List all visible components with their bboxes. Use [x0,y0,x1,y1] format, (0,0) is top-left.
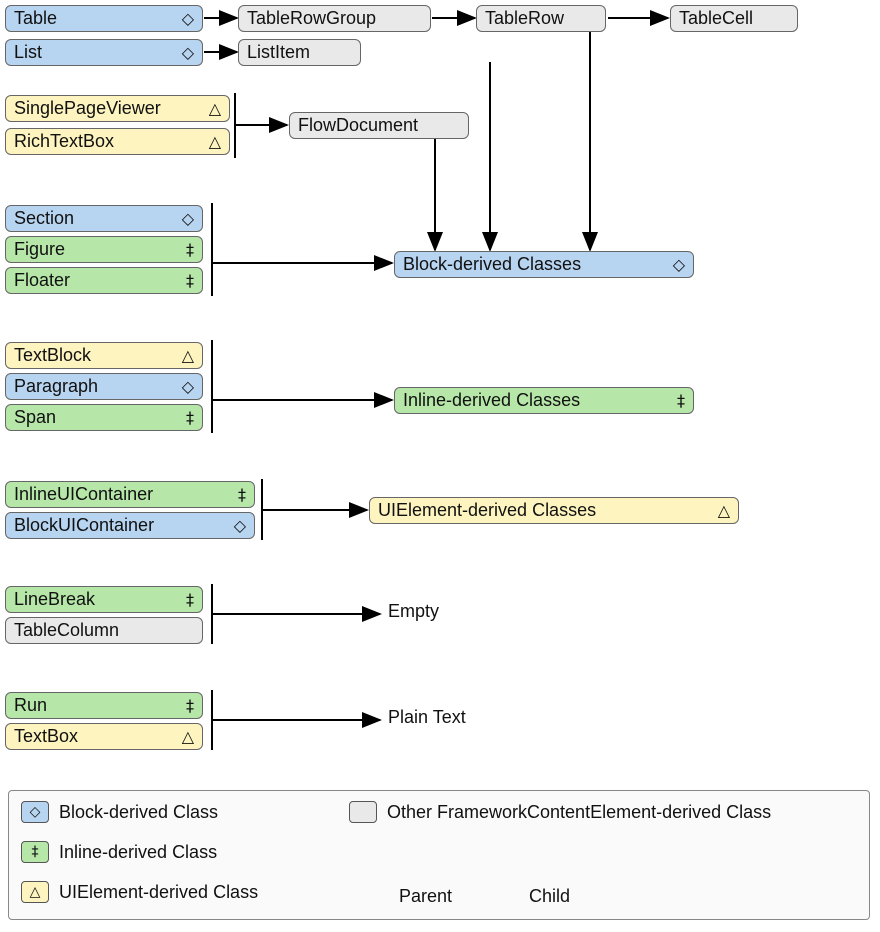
inline-symbol-icon: ‡ [186,590,194,609]
legend-block: ◇ Block-derived Class [21,801,218,823]
legend-label: Other FrameworkContentElement-derived Cl… [387,801,771,823]
node-span: Span ‡ [5,404,203,431]
node-table: Table ◇ [5,5,203,32]
node-label: UIElement-derived Classes [378,500,712,521]
node-label: Paragraph [14,376,176,397]
inline-symbol-icon: ‡ [186,408,194,427]
inline-symbol-icon: ‡ [238,485,246,504]
node-label: TableCell [679,8,789,29]
ui-symbol-icon: △ [209,132,221,151]
node-tablecell: TableCell [670,5,798,32]
ui-symbol-icon: △ [21,881,49,903]
legend: ◇ Block-derived Class ‡ Inline-derived C… [8,790,870,920]
node-richtextbox: RichTextBox △ [5,128,230,155]
block-symbol-icon: ◇ [21,801,49,823]
inline-symbol-icon: ‡ [21,841,49,863]
legend-other: Other FrameworkContentElement-derived Cl… [349,801,849,823]
node-label: TextBlock [14,345,176,366]
legend-parent: Parent [399,886,452,907]
node-label: SinglePageViewer [14,98,203,119]
node-label: Table [14,8,176,29]
node-inline-derived: Inline-derived Classes ‡ [394,387,694,414]
node-label: Figure [14,239,180,260]
node-label: RichTextBox [14,131,203,152]
block-symbol-icon: ◇ [234,516,246,535]
inline-symbol-icon: ‡ [677,391,685,410]
block-symbol-icon: ◇ [673,255,685,274]
inline-symbol-icon: ‡ [186,271,194,290]
node-label: LineBreak [14,589,180,610]
legend-ui: △ UIElement-derived Class [21,881,258,903]
node-label: Section [14,208,176,229]
ui-symbol-icon: △ [182,346,194,365]
node-plaintext: Plain Text [388,707,466,728]
legend-label: UIElement-derived Class [59,881,258,903]
node-label: Run [14,695,180,716]
node-label: TableRowGroup [247,8,422,29]
node-paragraph: Paragraph ◇ [5,373,203,400]
node-tablerow: TableRow [476,5,606,32]
node-empty: Empty [388,601,439,622]
node-listitem: ListItem [238,39,361,66]
node-label: Block-derived Classes [403,254,667,275]
node-singlepageviewer: SinglePageViewer △ [5,95,230,122]
node-uielement-derived: UIElement-derived Classes △ [369,497,739,524]
node-list: List ◇ [5,39,203,66]
node-linebreak: LineBreak ‡ [5,586,203,613]
node-figure: Figure ‡ [5,236,203,263]
node-textbox: TextBox △ [5,723,203,750]
block-symbol-icon: ◇ [182,9,194,28]
legend-child: Child [529,886,570,907]
node-label: TableColumn [14,620,194,641]
block-symbol-icon: ◇ [182,43,194,62]
node-label: ListItem [247,42,352,63]
node-label: Inline-derived Classes [403,390,671,411]
inline-symbol-icon: ‡ [186,240,194,259]
node-label: FlowDocument [298,115,460,136]
node-label: TableRow [485,8,597,29]
legend-label: Block-derived Class [59,801,218,823]
node-block-derived: Block-derived Classes ◇ [394,251,694,278]
legend-inline: ‡ Inline-derived Class [21,841,217,863]
node-label: InlineUIContainer [14,484,232,505]
node-label: List [14,42,176,63]
ui-symbol-icon: △ [209,99,221,118]
ui-symbol-icon: △ [182,727,194,746]
node-label: BlockUIContainer [14,515,228,536]
block-symbol-icon: ◇ [182,377,194,396]
node-tablecolumn: TableColumn [5,617,203,644]
node-flowdocument: FlowDocument [289,112,469,139]
node-label: Floater [14,270,180,291]
node-inlineuicontainer: InlineUIContainer ‡ [5,481,255,508]
ui-symbol-icon: △ [718,501,730,520]
node-label: TextBox [14,726,176,747]
node-tablerowgroup: TableRowGroup [238,5,431,32]
diagram-canvas: Table◇ TableRowGroup TableRow TableCell … [0,0,880,932]
node-textblock: TextBlock △ [5,342,203,369]
legend-label: Inline-derived Class [59,841,217,863]
node-blockuicontainer: BlockUIContainer ◇ [5,512,255,539]
block-symbol-icon: ◇ [182,209,194,228]
node-section: Section ◇ [5,205,203,232]
inline-symbol-icon: ‡ [186,696,194,715]
node-floater: Floater ‡ [5,267,203,294]
node-label: Span [14,407,180,428]
node-run: Run ‡ [5,692,203,719]
other-symbol-icon [349,801,377,823]
